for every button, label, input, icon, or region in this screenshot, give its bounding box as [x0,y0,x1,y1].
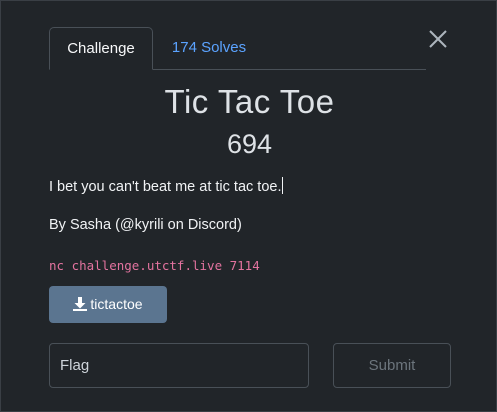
flag-input[interactable] [49,343,309,388]
tab-solves[interactable]: 174 Solves [159,27,259,69]
download-icon [73,297,88,311]
description-line: I bet you can't beat me at tic tac toe. [49,179,282,195]
challenge-modal: Challenge 174 Solves Tic Tac Toe 694 I b… [0,0,497,412]
tab-challenge[interactable]: Challenge [49,27,153,70]
challenge-description: I bet you can't beat me at tic tac toe. [49,177,284,195]
close-icon[interactable] [427,28,449,50]
challenge-points: 694 [226,129,273,159]
connection-command: nc challenge.utctf.live 7114 [49,258,260,273]
challenge-title: Tic Tac Toe [164,83,335,120]
challenge-tabs: Challenge 174 Solves [49,27,426,70]
download-label: tictactoe [90,296,143,312]
text-caret [282,177,284,194]
submit-button[interactable]: Submit [333,343,451,388]
challenge-author: By Sasha (@kyrili on Discord) [49,217,242,233]
download-button[interactable]: tictactoe [49,286,167,323]
